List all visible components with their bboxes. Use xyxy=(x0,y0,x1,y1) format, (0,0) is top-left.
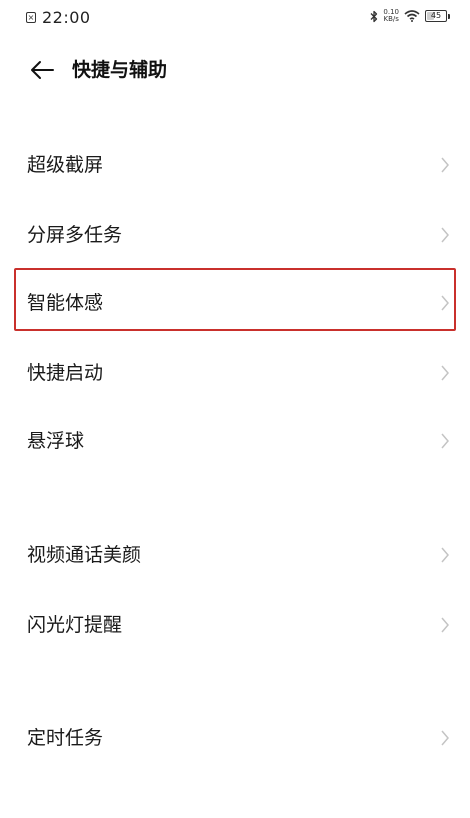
settings-item-label: 视频通话美颜 xyxy=(27,544,142,566)
chevron-right-icon xyxy=(441,433,449,449)
net-speed-indicator: 0.10 KB/s xyxy=(383,9,399,23)
chevron-right-icon xyxy=(441,617,449,633)
status-bar: × 22:00 0.10 KB/s 45 xyxy=(0,0,470,36)
settings-item-quick-launch[interactable]: 快捷启动 xyxy=(0,345,470,401)
status-bar-left: × 22:00 xyxy=(26,8,91,27)
chevron-right-icon xyxy=(441,295,449,311)
settings-item-video-call-beauty[interactable]: 视频通话美颜 xyxy=(0,527,470,583)
page-title: 快捷与辅助 xyxy=(72,59,168,81)
battery-cap xyxy=(448,13,450,19)
back-button[interactable] xyxy=(28,58,56,82)
settings-item-label: 分屏多任务 xyxy=(27,224,123,246)
status-bar-right: 0.10 KB/s 45 xyxy=(370,9,450,23)
status-time: 22:00 xyxy=(42,8,91,27)
settings-item-split-screen[interactable]: 分屏多任务 xyxy=(0,207,470,263)
app-header: 快捷与辅助 xyxy=(0,52,470,88)
settings-item-label: 悬浮球 xyxy=(27,430,85,452)
bluetooth-icon xyxy=(370,10,378,22)
chevron-right-icon xyxy=(441,157,449,173)
notification-icon: × xyxy=(26,12,36,23)
net-speed-unit: KB/s xyxy=(383,15,399,23)
chevron-right-icon xyxy=(441,730,449,746)
settings-item-scheduled-tasks[interactable]: 定时任务 xyxy=(0,710,470,766)
settings-item-floating-ball[interactable]: 悬浮球 xyxy=(0,413,470,469)
settings-item-label: 定时任务 xyxy=(27,727,104,749)
battery-icon: 45 xyxy=(425,10,447,22)
settings-item-label: 闪光灯提醒 xyxy=(27,614,123,636)
settings-item-super-screenshot[interactable]: 超级截屏 xyxy=(0,137,470,193)
back-arrow-icon xyxy=(31,61,54,79)
settings-item-smart-motion[interactable]: 智能体感 xyxy=(0,275,470,331)
wifi-icon xyxy=(404,10,420,22)
battery-level: 45 xyxy=(430,11,442,20)
settings-item-label: 智能体感 xyxy=(27,292,104,314)
chevron-right-icon xyxy=(441,227,449,243)
settings-item-label: 快捷启动 xyxy=(27,362,104,384)
chevron-right-icon xyxy=(441,547,449,563)
settings-item-flash-reminder[interactable]: 闪光灯提醒 xyxy=(0,597,470,653)
settings-item-label: 超级截屏 xyxy=(27,154,104,176)
chevron-right-icon xyxy=(441,365,449,381)
